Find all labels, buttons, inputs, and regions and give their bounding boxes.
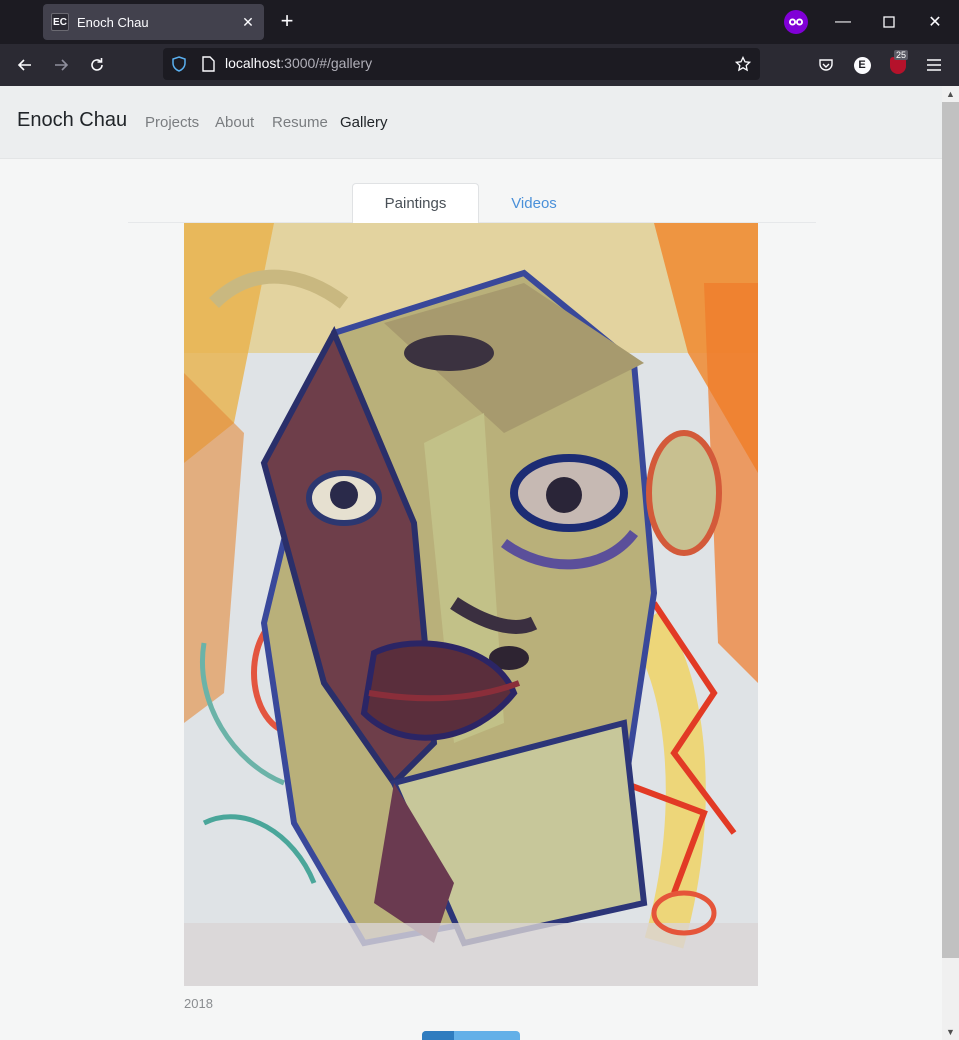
scroll-up-icon[interactable]: ▲ [942, 86, 959, 102]
hamburger-menu-icon[interactable] [922, 53, 946, 77]
tab-paintings[interactable]: Paintings [352, 183, 479, 224]
url-text[interactable]: localhost:3000/#/gallery [225, 55, 372, 71]
painting-caption: 2018 [184, 996, 213, 1011]
maximize-icon[interactable] [874, 8, 904, 36]
bookmark-star-icon[interactable] [735, 56, 751, 72]
new-tab-icon[interactable]: + [274, 9, 300, 35]
close-window-icon[interactable]: ✕ [920, 8, 950, 36]
blocked-count-badge: 25 [894, 50, 909, 60]
scroll-thumb[interactable] [942, 102, 959, 958]
extension-e-icon[interactable]: E [850, 53, 874, 77]
private-browsing-icon [784, 10, 808, 34]
page-icon [202, 56, 215, 72]
nav-link-projects[interactable]: Projects [145, 114, 199, 131]
browser-tab[interactable]: EC Enoch Chau ✕ [43, 4, 264, 40]
site-navbar: Enoch Chau Projects About Resume Gallery [0, 86, 942, 159]
url-path: :3000/#/gallery [280, 55, 373, 71]
browser-toolbar: localhost:3000/#/gallery E 25 [0, 44, 959, 86]
site-brand[interactable]: Enoch Chau [17, 109, 127, 132]
nav-link-about[interactable]: About [215, 114, 254, 131]
minimize-icon[interactable]: — [828, 8, 858, 36]
nav-link-gallery[interactable]: Gallery [340, 114, 388, 131]
painting-image[interactable] [184, 223, 758, 986]
address-bar[interactable]: localhost:3000/#/gallery [163, 48, 760, 80]
browser-tab-strip: EC Enoch Chau ✕ + — ✕ [0, 0, 959, 44]
pocket-icon[interactable] [814, 53, 838, 77]
carousel-progress-fill [422, 1031, 455, 1040]
carousel-progress-bar[interactable] [422, 1031, 520, 1040]
scroll-down-icon[interactable]: ▼ [942, 1024, 959, 1040]
close-tab-icon[interactable]: ✕ [236, 14, 260, 31]
page-viewport: Enoch Chau Projects About Resume Gallery… [0, 86, 942, 1040]
site-favicon: EC [51, 13, 69, 31]
forward-arrow-icon[interactable] [47, 52, 75, 78]
page-scrollbar[interactable]: ▲ ▼ [942, 86, 959, 1040]
ublock-icon[interactable]: 25 [886, 50, 910, 77]
tab-videos[interactable]: Videos [494, 183, 574, 223]
back-arrow-icon[interactable] [11, 52, 39, 78]
reload-icon[interactable] [83, 52, 111, 78]
shield-icon[interactable] [171, 56, 187, 72]
gallery-tabs: Paintings Videos [128, 183, 816, 224]
url-host: localhost [225, 55, 281, 71]
nav-link-resume[interactable]: Resume [272, 114, 328, 131]
tab-title: Enoch Chau [77, 14, 149, 30]
